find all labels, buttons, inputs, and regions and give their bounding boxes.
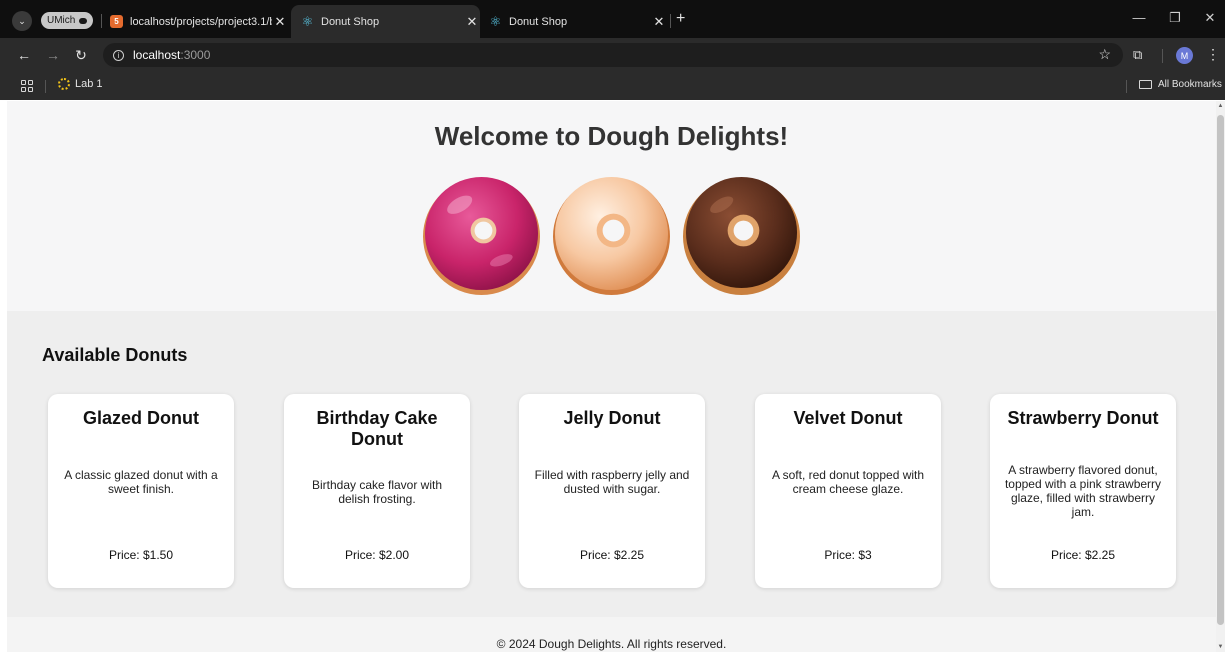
- donut-list-section: Available Donuts Glazed Donut A classic …: [7, 311, 1216, 617]
- bookmarks-bar: Lab 1 All Bookmarks: [0, 73, 1225, 100]
- folder-icon: [1139, 80, 1152, 89]
- donut-card: Birthday Cake Donut Birthday cake flavor…: [284, 394, 470, 588]
- chocolate-donut-image: [682, 176, 801, 295]
- forward-icon[interactable]: →: [44, 47, 62, 63]
- restore-icon[interactable]: ❐: [1165, 10, 1185, 26]
- donut-name: Jelly Donut: [563, 408, 661, 428]
- donut-name: Strawberry Donut: [1007, 408, 1159, 428]
- apps-grid-icon[interactable]: [21, 80, 33, 92]
- back-icon[interactable]: ←: [15, 47, 33, 63]
- all-bookmarks-label: All Bookmarks: [1158, 79, 1222, 90]
- donut-price: Price: $1.50: [108, 548, 174, 562]
- close-icon[interactable]: ✕: [272, 14, 288, 30]
- donut-name: Velvet Donut: [793, 408, 903, 428]
- donut-card: Strawberry Donut A strawberry flavored d…: [990, 394, 1176, 588]
- toolbar-divider: [1162, 49, 1163, 63]
- tab-divider: [101, 14, 102, 28]
- bookmark-star-icon[interactable]: ☆: [1098, 46, 1111, 63]
- page-footer: © 2024 Dough Delights. All rights reserv…: [7, 617, 1216, 652]
- close-icon[interactable]: ✕: [651, 14, 667, 30]
- donut-card: Velvet Donut A soft, red donut topped wi…: [755, 394, 941, 588]
- donut-price: Price: $2.25: [579, 548, 645, 562]
- minimize-icon[interactable]: —: [1129, 10, 1149, 25]
- bookmarks-divider: [45, 80, 46, 93]
- donut-name: Birthday Cake Donut: [316, 408, 438, 449]
- reload-icon[interactable]: ↻: [72, 47, 90, 64]
- donut-name: Glazed Donut: [83, 408, 199, 428]
- profile-chip[interactable]: UMich: [41, 12, 94, 29]
- donut-price: Price: $3: [824, 548, 872, 562]
- url-port: :3000: [180, 48, 211, 62]
- tab-donut-shop-active[interactable]: ⚛ Donut Shop ✕: [291, 5, 480, 38]
- donut-card: Jelly Donut Filled with raspberry jelly …: [519, 394, 705, 588]
- pink-donut-image: [422, 176, 541, 295]
- lab-icon: [58, 78, 70, 90]
- page-scrollbar[interactable]: ▲ ▼: [1216, 101, 1225, 652]
- tab-divider: [670, 14, 671, 28]
- bookmark-label: Lab 1: [75, 78, 103, 90]
- donut-card: Glazed Donut A classic glazed donut with…: [48, 394, 234, 588]
- url-host: localhost: [133, 48, 181, 62]
- close-icon[interactable]: ✕: [464, 14, 480, 30]
- avatar[interactable]: M: [1176, 47, 1193, 64]
- scroll-down-icon[interactable]: ▼: [1217, 644, 1224, 650]
- tab-donut-shop[interactable]: ⚛ Donut Shop ✕: [481, 5, 667, 38]
- page-viewport: Welcome to Dough Delights! Available Don…: [7, 101, 1216, 652]
- address-bar-row: ← → ↻ i localhost :3000 ☆ ⧉ M ⋮: [0, 38, 1225, 73]
- donut-price: Price: $2.25: [1050, 548, 1116, 562]
- scroll-up-icon[interactable]: ▲: [1217, 103, 1224, 109]
- section-title: Available Donuts: [42, 345, 188, 365]
- menu-kebab-icon[interactable]: ⋮: [1206, 46, 1220, 63]
- scrollbar-thumb[interactable]: [1217, 115, 1224, 625]
- donut-description: Filled with raspberry jelly and dusted w…: [534, 468, 690, 496]
- donut-description: A soft, red donut topped with cream chee…: [771, 468, 925, 496]
- new-tab-button[interactable]: +: [676, 10, 685, 28]
- page-title: Welcome to Dough Delights!: [434, 121, 789, 151]
- extensions-icon[interactable]: ⧉: [1133, 47, 1142, 63]
- tab-title: Donut Shop: [321, 15, 380, 28]
- donut-description: A classic glazed donut with a sweet fini…: [64, 468, 218, 496]
- tab-title: Donut Shop: [509, 15, 568, 28]
- tab-project[interactable]: 5 localhost/projects/project3.1/b ✕: [106, 5, 288, 38]
- profile-label: UMich: [47, 15, 76, 26]
- url-bar[interactable]: i localhost :3000 ☆: [103, 43, 1123, 67]
- profile-dot-icon: [79, 17, 88, 24]
- site-info-icon[interactable]: i: [113, 49, 124, 61]
- donut-description: A strawberry flavored donut, topped with…: [1004, 463, 1162, 519]
- tab-search-button[interactable]: ⌄: [12, 11, 32, 31]
- hero-header: Welcome to Dough Delights!: [7, 101, 1216, 311]
- all-bookmarks-button[interactable]: All Bookmarks: [1139, 79, 1222, 90]
- copyright-text: © 2024 Dough Delights. All rights reserv…: [496, 637, 727, 651]
- bookmarks-divider: [1126, 80, 1127, 93]
- donut-price: Price: $2.00: [344, 548, 410, 562]
- window-close-icon[interactable]: ✕: [1200, 10, 1220, 26]
- tab-title: localhost/projects/project3.1/b: [130, 15, 272, 28]
- html-icon: 5: [110, 15, 123, 28]
- react-icon: ⚛: [301, 13, 314, 29]
- donut-description: Birthday cake flavor with delish frostin…: [311, 478, 443, 506]
- browser-tab-bar: ⌄ UMich 5 localhost/projects/project3.1/…: [0, 0, 1225, 38]
- glazed-donut-image: [552, 176, 671, 295]
- react-icon: ⚛: [489, 13, 502, 29]
- bookmark-lab-1[interactable]: Lab 1: [58, 78, 103, 90]
